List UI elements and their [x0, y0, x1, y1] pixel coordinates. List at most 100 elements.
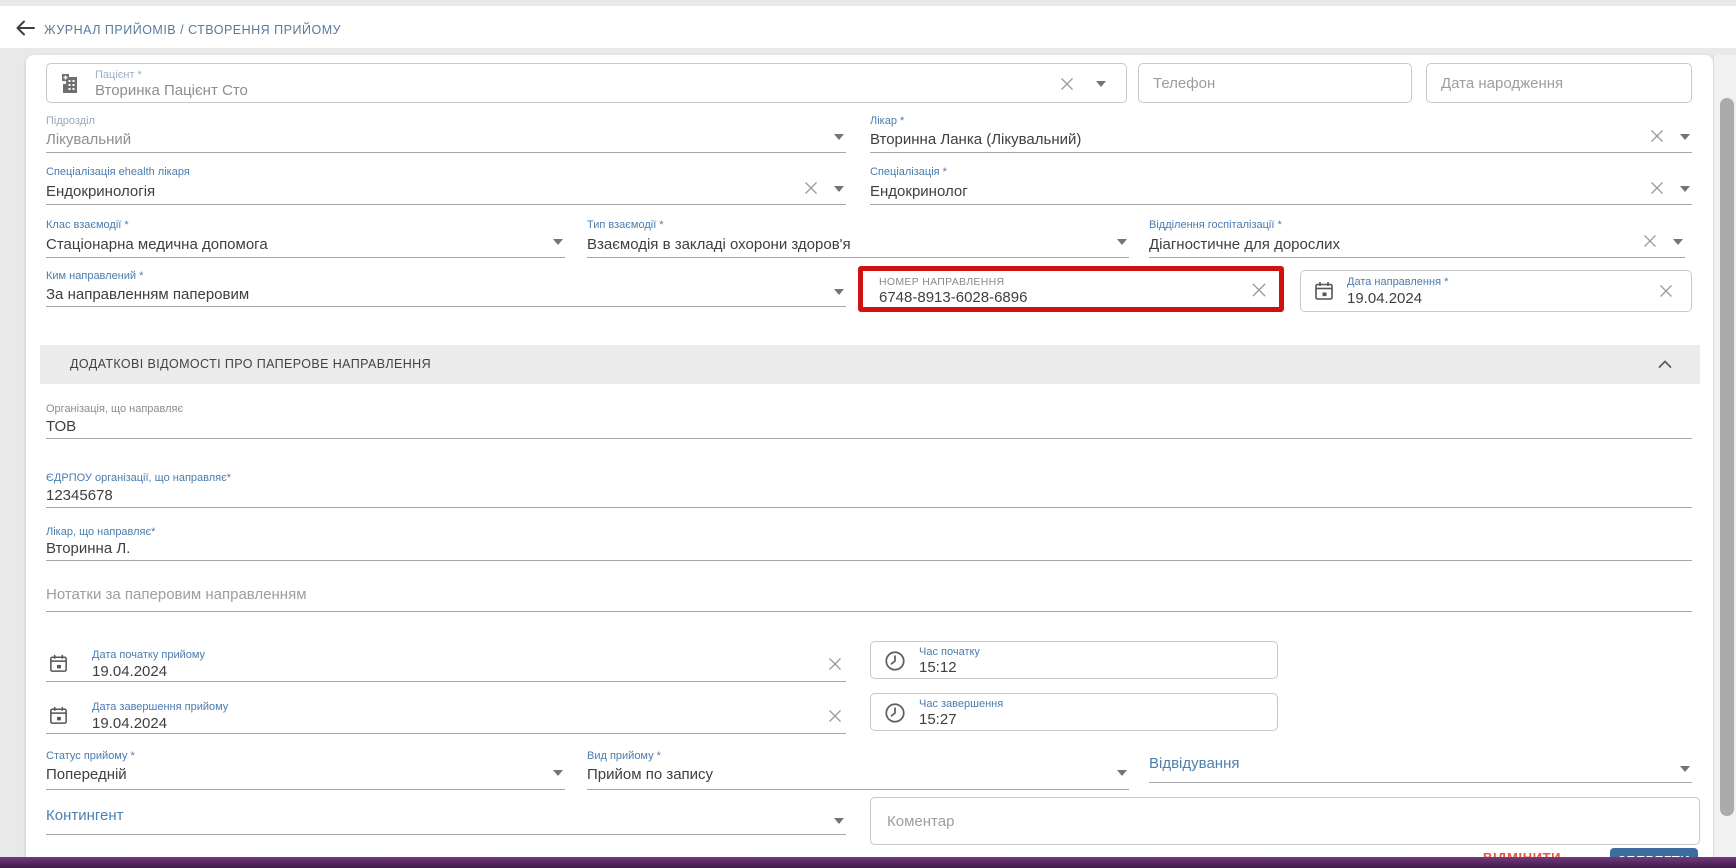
phone-input[interactable]	[1139, 64, 1411, 102]
department-field[interactable]: Підрозділ Лікувальний	[46, 112, 846, 153]
start-date-label: Дата початку прийому	[92, 649, 205, 661]
bottom-purple-bar	[0, 857, 1736, 868]
start-date-field[interactable]: Дата початку прийому 19.04.2024	[46, 645, 846, 682]
referral-date-field[interactable]: Дата направлення * 19.04.2024	[1300, 270, 1692, 312]
ehealth-specialization-caret-icon[interactable]	[834, 186, 844, 192]
paper-referral-notes-field[interactable]	[46, 578, 1692, 612]
edrpou-field[interactable]: ЄДРПОУ організації, що направляє* 123456…	[46, 470, 1692, 508]
start-time-value: 15:12	[919, 659, 957, 676]
department-value: Лікувальний	[46, 131, 131, 148]
specialization-label: Спеціалізація *	[870, 166, 947, 178]
specialization-value: Ендокринолог	[870, 183, 968, 200]
interaction-class-field[interactable]: Клас взаємодії * Стаціонарна медична доп…	[46, 215, 565, 258]
paper-referral-section-header[interactable]: ДОДАТКОВІ ВІДОМОСТІ ПРО ПАПЕРОВЕ НАПРАВЛ…	[40, 345, 1700, 384]
hospitalization-department-field[interactable]: Відділення госпіталізації * Діагностичне…	[1149, 215, 1685, 258]
patient-caret-icon[interactable]	[1096, 81, 1106, 87]
visit-kind-value: Прийом по запису	[587, 766, 713, 783]
patient-clear-icon[interactable]	[1058, 75, 1076, 93]
specialization-clear-icon[interactable]	[1648, 179, 1666, 197]
edrpou-value: 12345678	[46, 487, 113, 504]
end-date-label: Дата завершення прийому	[92, 701, 228, 713]
referral-date-label: Дата направлення *	[1347, 276, 1448, 288]
hospital-building-icon	[59, 72, 83, 96]
contingent-select-label: Контингент	[46, 807, 124, 824]
status-label: Статус прийому *	[46, 750, 135, 762]
doctor-clear-icon[interactable]	[1648, 127, 1666, 145]
visit-select[interactable]: Відвідування	[1149, 750, 1692, 783]
doctor-caret-icon[interactable]	[1680, 134, 1690, 140]
edrpou-label: ЄДРПОУ організації, що направляє*	[46, 472, 231, 484]
start-time-field[interactable]: Час початку 15:12	[870, 641, 1278, 679]
referred-by-caret-icon[interactable]	[834, 289, 844, 295]
interaction-class-value: Стаціонарна медична допомога	[46, 236, 268, 253]
status-field[interactable]: Статус прийому * Попередній	[46, 745, 565, 790]
specialization-field[interactable]: Спеціалізація * Ендокринолог	[870, 163, 1692, 205]
referring-doctor-value: Вторинна Л.	[46, 540, 130, 557]
doctor-value: Вторинна Ланка (Лікувальний)	[870, 131, 1081, 148]
referral-number-field-highlighted[interactable]: НОМЕР НАПРАВЛЕННЯ 6748-8913-6028-6896	[858, 266, 1284, 312]
clock-icon	[883, 701, 907, 725]
referred-by-value: За направленням паперовим	[46, 286, 249, 303]
comment-field[interactable]	[870, 797, 1700, 845]
contingent-select[interactable]: Контингент	[46, 802, 846, 835]
contingent-caret-icon[interactable]	[834, 818, 844, 824]
ehealth-specialization-field[interactable]: Спеціалізація ehealth лікаря Ендокриноло…	[46, 163, 846, 205]
doctor-label: Лікар *	[870, 115, 904, 127]
status-caret-icon[interactable]	[553, 770, 563, 776]
visit-kind-caret-icon[interactable]	[1117, 770, 1127, 776]
ehealth-specialization-clear-icon[interactable]	[802, 179, 820, 197]
end-time-label: Час завершення	[919, 698, 1003, 710]
ehealth-specialization-label: Спеціалізація ehealth лікаря	[46, 166, 190, 178]
interaction-type-value: Взаємодія в закладі охорони здоров'я	[587, 236, 851, 253]
birth-date-input[interactable]	[1427, 64, 1691, 102]
patient-label: Пацієнт *	[95, 69, 142, 81]
referring-doctor-field[interactable]: Лікар, що направляє* Вторинна Л.	[46, 524, 1692, 561]
interaction-class-label: Клас взаємодії *	[46, 219, 129, 231]
hospitalization-department-label: Відділення госпіталізації *	[1149, 219, 1282, 231]
start-time-label: Час початку	[919, 646, 980, 658]
end-date-field[interactable]: Дата завершення прийому 19.04.2024	[46, 697, 846, 734]
top-bar: ЖУРНАЛ ПРИЙОМІВ / СТВОРЕННЯ ПРИЙОМУ	[0, 6, 1736, 48]
patient-value: Вторинка Пацієнт Сто	[95, 82, 248, 99]
referral-number-clear-icon[interactable]	[1249, 280, 1267, 298]
end-time-field[interactable]: Час завершення 15:27	[870, 693, 1278, 731]
collapse-chevron-up-icon[interactable]	[1656, 357, 1674, 371]
phone-field[interactable]	[1138, 63, 1412, 103]
hospitalization-department-caret-icon[interactable]	[1673, 239, 1683, 245]
hospitalization-department-value: Діагностичне для дорослих	[1149, 236, 1340, 253]
visit-kind-label: Вид прийому *	[587, 750, 661, 762]
department-caret-icon[interactable]	[834, 134, 844, 140]
referring-doctor-label: Лікар, що направляє*	[46, 526, 155, 538]
back-arrow-icon[interactable]	[12, 15, 38, 41]
breadcrumb[interactable]: ЖУРНАЛ ПРИЙОМІВ / СТВОРЕННЯ ПРИЙОМУ	[44, 20, 341, 40]
calendar-icon	[48, 705, 69, 726]
patient-field[interactable]: Пацієнт * Вторинка Пацієнт Сто	[46, 63, 1127, 103]
hospitalization-department-clear-icon[interactable]	[1641, 232, 1659, 250]
start-date-clear-icon[interactable]	[826, 655, 844, 673]
birth-date-field[interactable]	[1426, 63, 1692, 103]
referring-organization-field[interactable]: Організація, що направляє ТОВ	[46, 400, 1692, 439]
interaction-type-field[interactable]: Тип взаємодії * Взаємодія в закладі охор…	[587, 215, 1129, 258]
end-date-clear-icon[interactable]	[826, 707, 844, 725]
calendar-icon	[1313, 280, 1335, 302]
specialization-caret-icon[interactable]	[1680, 186, 1690, 192]
paper-referral-notes-input[interactable]	[46, 580, 1692, 608]
scrollbar-thumb[interactable]	[1720, 98, 1734, 816]
referral-date-value: 19.04.2024	[1347, 290, 1422, 307]
visit-caret-icon[interactable]	[1680, 766, 1690, 772]
doctor-field[interactable]: Лікар * Вторинна Ланка (Лікувальний)	[870, 112, 1692, 153]
referral-number-label: НОМЕР НАПРАВЛЕННЯ	[879, 276, 1004, 288]
visit-kind-field[interactable]: Вид прийому * Прийом по запису	[587, 745, 1129, 790]
referral-date-clear-icon[interactable]	[1657, 282, 1675, 300]
create-appointment-page: ЖУРНАЛ ПРИЙОМІВ / СТВОРЕННЯ ПРИЙОМУ Паці…	[0, 0, 1736, 868]
interaction-type-label: Тип взаємодії *	[587, 219, 664, 231]
calendar-icon	[48, 653, 69, 674]
referral-number-value: 6748-8913-6028-6896	[879, 289, 1027, 306]
referred-by-label: Ким направлений *	[46, 270, 143, 282]
referred-by-field[interactable]: Ким направлений * За направленням паперо…	[46, 268, 846, 307]
interaction-type-caret-icon[interactable]	[1117, 239, 1127, 245]
comment-input[interactable]	[871, 798, 1699, 844]
paper-referral-section-title: ДОДАТКОВІ ВІДОМОСТІ ПРО ПАПЕРОВЕ НАПРАВЛ…	[70, 357, 431, 371]
interaction-class-caret-icon[interactable]	[553, 239, 563, 245]
start-date-value: 19.04.2024	[92, 663, 167, 680]
